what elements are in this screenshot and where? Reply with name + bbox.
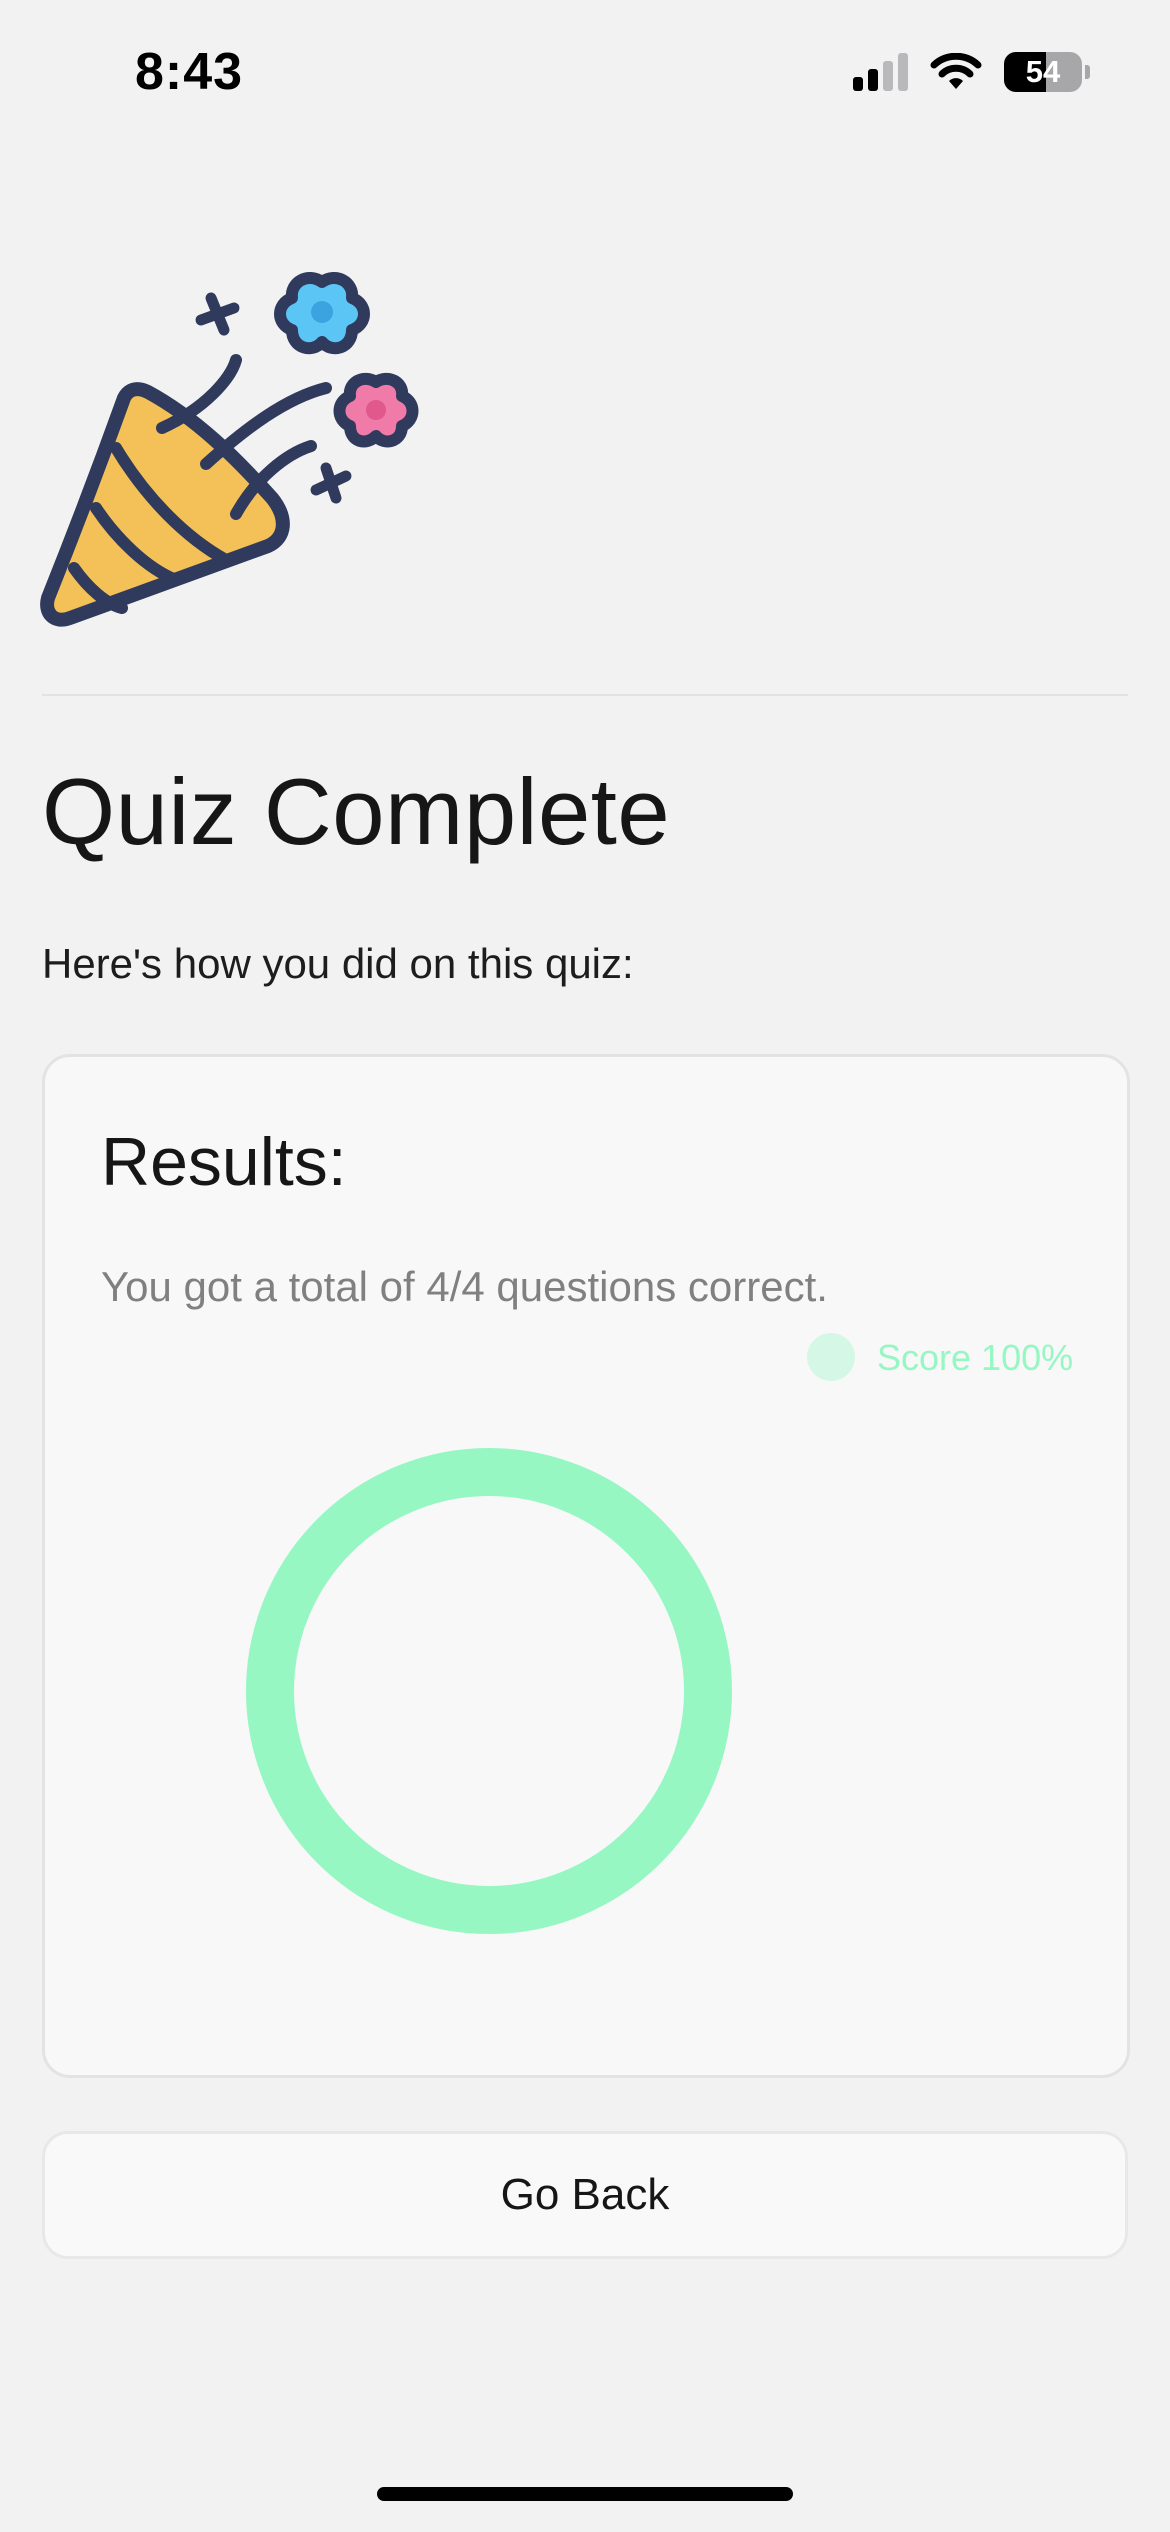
wifi-icon: [930, 53, 982, 89]
battery-icon: 54: [1004, 52, 1090, 92]
divider: [42, 694, 1128, 696]
battery-body: 54: [1004, 52, 1082, 92]
page-subtitle: Here's how you did on this quiz:: [42, 940, 634, 987]
status-icons: 54: [853, 52, 1090, 92]
go-back-button[interactable]: Go Back: [42, 2131, 1128, 2259]
status-bar: 8:43 54: [0, 0, 1170, 150]
home-indicator[interactable]: [377, 2487, 793, 2501]
results-card: Results: You got a total of 4/4 question…: [42, 1054, 1130, 2078]
page-title: Quiz Complete: [42, 759, 671, 864]
battery-percent: 54: [1025, 54, 1061, 89]
legend-swatch: [807, 1333, 855, 1381]
legend-label: Score 100%: [877, 1337, 1073, 1378]
score-doughnut-chart: Score 100%: [246, 1333, 1073, 1934]
battery-cap: [1085, 65, 1090, 79]
status-time: 8:43: [135, 43, 244, 101]
signal-icon: [853, 53, 908, 91]
party-popper-icon: [40, 272, 419, 627]
chart-slice: [246, 1448, 732, 1934]
